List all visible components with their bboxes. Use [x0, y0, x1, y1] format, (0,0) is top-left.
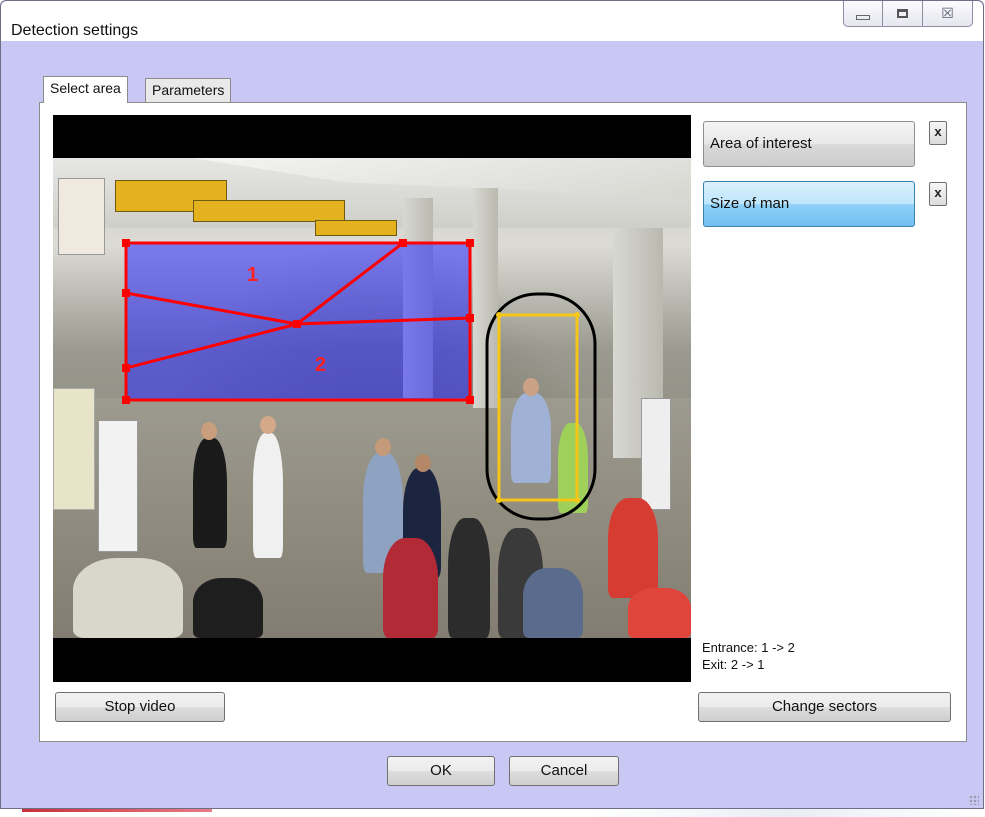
maximize-icon — [897, 9, 908, 18]
maximize-button[interactable] — [883, 1, 923, 27]
ok-button[interactable]: OK — [387, 756, 495, 786]
remove-size-of-man-button[interactable]: x — [929, 182, 947, 206]
title-bar: Detection settings ☒ — [1, 1, 983, 41]
size-of-man-selection-outline — [485, 292, 597, 521]
tab-parameters[interactable]: Parameters — [145, 78, 232, 102]
tab-select-area[interactable]: Select area — [43, 76, 128, 103]
exit-direction-text: Exit: 2 -> 1 — [702, 657, 765, 672]
minimize-button[interactable] — [843, 1, 883, 27]
area-of-interest-button[interactable]: Area of interest — [703, 121, 915, 167]
size-of-man-handles[interactable] — [496, 312, 580, 503]
entrance-direction-text: Entrance: 1 -> 2 — [702, 640, 795, 655]
cancel-button[interactable]: Cancel — [509, 756, 619, 786]
remove-area-of-interest-button[interactable]: x — [929, 121, 947, 145]
detection-overlay: 1 2 — [122, 239, 597, 521]
video-preview[interactable]: 1 2 — [53, 115, 691, 682]
minimize-icon — [856, 15, 870, 20]
window-controls: ☒ — [843, 1, 973, 29]
sector-label-1: 1 — [247, 264, 258, 286]
size-of-man-box[interactable] — [497, 313, 579, 502]
close-icon: ☒ — [941, 5, 954, 21]
stop-video-button[interactable]: Stop video — [55, 692, 225, 722]
close-button[interactable]: ☒ — [923, 1, 973, 27]
resize-grip[interactable] — [969, 795, 979, 805]
window-title: Detection settings — [11, 22, 139, 39]
size-of-man-button[interactable]: Size of man — [703, 181, 915, 227]
sector-label-2: 2 — [315, 354, 326, 376]
change-sectors-button[interactable]: Change sectors — [698, 692, 951, 722]
